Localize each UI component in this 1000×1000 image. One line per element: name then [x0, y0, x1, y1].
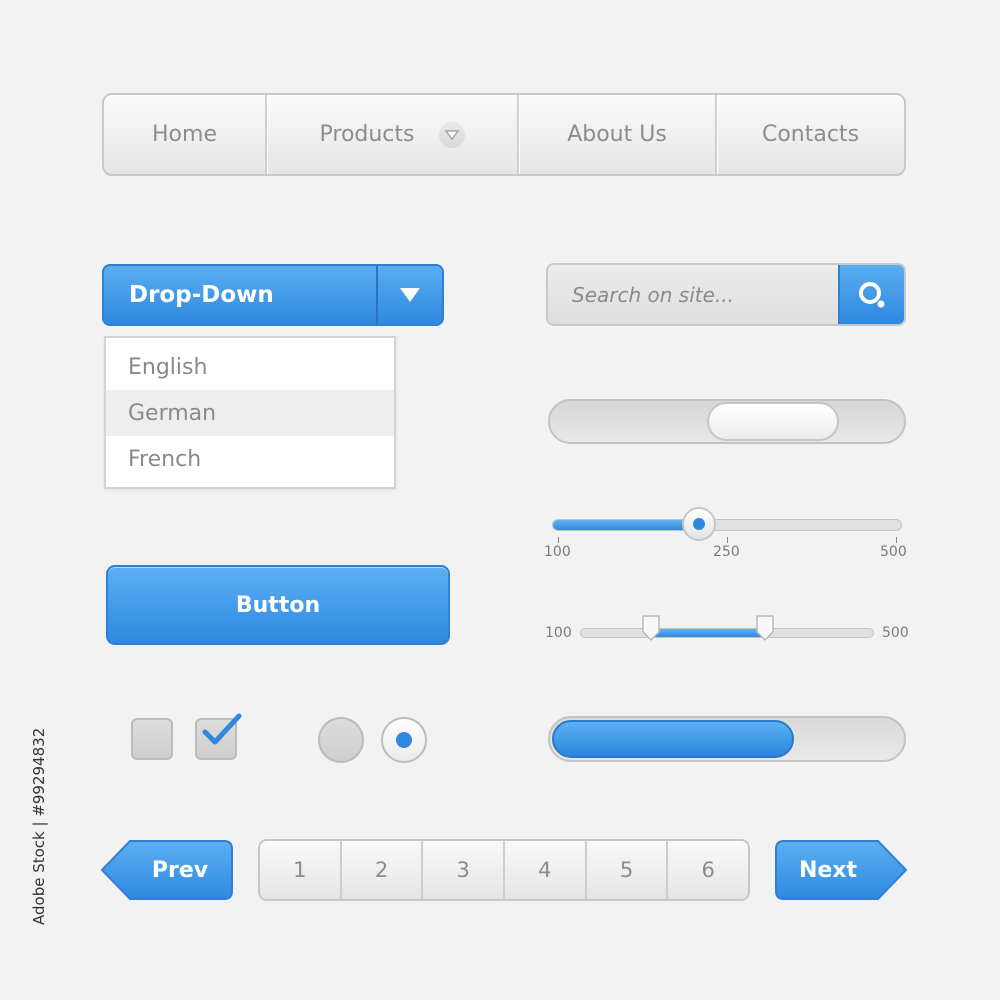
page-list: 1 2 3 4 5 6	[258, 839, 750, 901]
nav-item-label: Home	[152, 122, 217, 147]
slider-track[interactable]	[552, 519, 902, 531]
slider-max-label: 500	[880, 544, 907, 560]
search-button[interactable]	[838, 265, 904, 324]
checkbox-unchecked[interactable]	[131, 718, 173, 760]
prev-button[interactable]: Prev	[100, 839, 234, 901]
page-1[interactable]: 1	[260, 841, 342, 899]
checkbox-checked[interactable]	[195, 713, 242, 760]
nav-item-home[interactable]: Home	[104, 95, 267, 174]
dropdown-option[interactable]: French	[106, 436, 394, 482]
radio-dot	[396, 732, 412, 748]
dropdown-list: English German French	[104, 336, 396, 489]
progress-fill	[552, 720, 794, 758]
radio-selected[interactable]	[381, 717, 427, 763]
page-2[interactable]: 2	[342, 841, 424, 899]
stock-id-label: Adobe Stock | #99294832	[30, 727, 48, 925]
nav-item-label: Contacts	[761, 122, 860, 147]
dropdown-option[interactable]: English	[106, 344, 394, 390]
chevron-down-icon[interactable]	[438, 121, 465, 148]
range-handle-high[interactable]	[755, 614, 775, 642]
checkmark-icon	[202, 713, 242, 745]
stock-id-text: Adobe Stock | #99294832	[10, 728, 48, 925]
range-handle-low[interactable]	[641, 614, 661, 642]
search-input[interactable]	[548, 265, 838, 324]
slider-tick	[727, 537, 728, 543]
dropdown-label: Drop-Down	[104, 266, 378, 324]
nav-item-products[interactable]: Products	[267, 95, 519, 174]
prev-label: Prev	[151, 857, 209, 883]
range-slider-fill	[651, 629, 767, 637]
dropdown[interactable]: Drop-Down	[102, 264, 444, 326]
dropdown-option-highlighted[interactable]: German	[106, 390, 394, 436]
progress-bar	[548, 716, 906, 762]
search-icon	[859, 281, 885, 307]
nav-item-label: About Us	[567, 122, 667, 147]
nav-item-label: Products	[319, 122, 415, 147]
search-box	[546, 263, 906, 326]
slider-thumb[interactable]	[682, 507, 716, 541]
slider-tick	[558, 537, 559, 543]
nav-item-about[interactable]: About Us	[519, 95, 717, 174]
range-slider-track[interactable]	[580, 628, 874, 638]
nav-bar: Home Products About Us Contacts	[102, 93, 906, 176]
slider-fill	[553, 520, 700, 530]
page-6[interactable]: 6	[668, 841, 748, 899]
page-4[interactable]: 4	[505, 841, 587, 899]
dropdown-toggle-button[interactable]	[378, 266, 442, 324]
toggle-switch[interactable]	[548, 399, 906, 444]
radio-unselected[interactable]	[318, 717, 364, 763]
page-5[interactable]: 5	[587, 841, 669, 899]
slider-thumb-dot	[693, 518, 705, 530]
next-button[interactable]: Next	[774, 839, 908, 901]
slider-tick	[896, 537, 897, 543]
range-max-label: 500	[882, 625, 909, 641]
nav-item-contacts[interactable]: Contacts	[717, 95, 904, 174]
page-3[interactable]: 3	[423, 841, 506, 899]
next-label: Next	[798, 857, 858, 883]
toggle-knob[interactable]	[707, 402, 839, 441]
triangle-down-icon	[400, 288, 420, 302]
slider-mid-label: 250	[713, 544, 740, 560]
slider-min-label: 100	[544, 544, 571, 560]
primary-button[interactable]: Button	[106, 565, 450, 645]
range-min-label: 100	[545, 625, 572, 641]
